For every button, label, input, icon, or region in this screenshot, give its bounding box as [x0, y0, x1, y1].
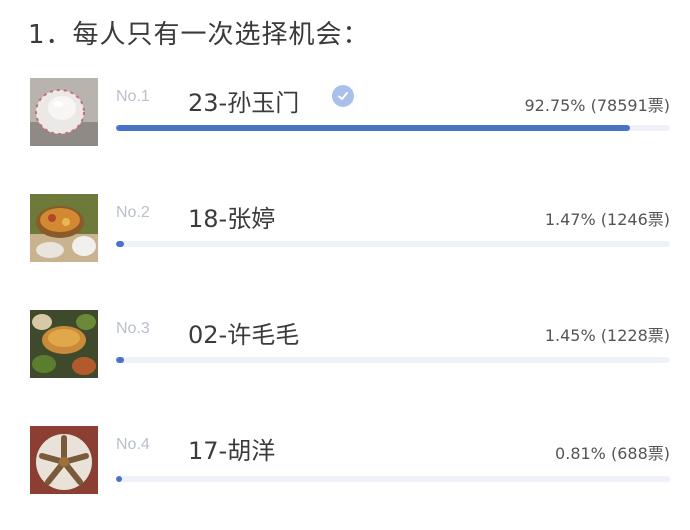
progress-fill [116, 476, 122, 482]
option-rank: No.3 [116, 320, 150, 337]
option-rank: No.2 [116, 204, 150, 221]
option-name: 18-张婷 [188, 205, 276, 233]
progress-track [116, 125, 670, 131]
progress-track [116, 241, 670, 247]
progress-track [116, 476, 670, 482]
option-percent: 1.47% [544, 210, 596, 229]
progress-fill [116, 357, 125, 363]
option-name: 02-许毛毛 [188, 321, 300, 349]
vote-option-3[interactable]: No.3 02-许毛毛 1.45% (1228票) [0, 310, 690, 410]
option-thumbnail [30, 310, 98, 378]
option-votes: (1246票) [600, 210, 670, 229]
progress-fill [116, 125, 630, 131]
option-rank: No.1 [116, 88, 150, 105]
option-votes: (78591票) [590, 96, 670, 115]
option-votes: (688票) [610, 444, 670, 463]
option-thumbnail [30, 78, 98, 146]
vote-option-2[interactable]: No.2 18-张婷 1.47% (1246票) [0, 194, 690, 294]
option-percent: 92.75% [524, 96, 586, 115]
option-stats: 0.81% (688票) [555, 440, 670, 464]
option-stats: 92.75% (78591票) [525, 92, 671, 116]
progress-fill [116, 241, 125, 247]
option-votes: (1228票) [600, 326, 670, 345]
option-percent: 1.45% [544, 326, 596, 345]
question-title: 1．每人只有一次选择机会： [28, 20, 370, 50]
option-name: 17-胡洋 [188, 437, 276, 465]
option-thumbnail [30, 426, 98, 494]
option-rank: No.4 [116, 436, 150, 453]
vote-option-1[interactable]: No.1 23-孙玉门 92.75% (78591票) [0, 78, 690, 178]
vote-option-4[interactable]: No.4 17-胡洋 0.81% (688票) [0, 426, 690, 526]
option-stats: 1.45% (1228票) [545, 322, 670, 346]
option-stats: 1.47% (1246票) [545, 206, 670, 230]
option-percent: 0.81% [555, 444, 606, 463]
option-name: 23-孙玉门 [188, 89, 300, 117]
progress-track [116, 357, 670, 363]
check-circle-icon [332, 85, 354, 107]
option-thumbnail [30, 194, 98, 262]
